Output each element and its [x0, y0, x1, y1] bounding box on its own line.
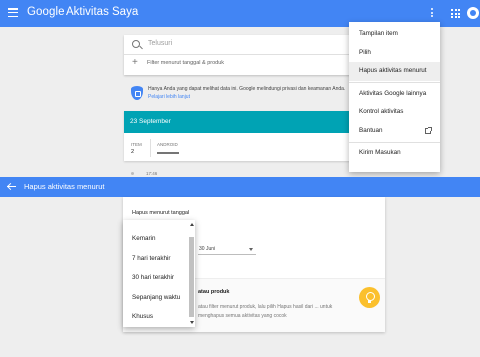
menu-divider	[349, 82, 440, 83]
product-title: atau produk	[198, 289, 230, 295]
product-label: ANDROID	[157, 142, 178, 147]
dropdown-option-all-time[interactable]: Sepanjang waktu	[123, 288, 195, 308]
overflow-menu: Tampilan item Pilih Hapus aktivitas menu…	[349, 22, 440, 172]
app-title: Aktivitas Saya	[66, 6, 139, 18]
google-logo: Google	[27, 6, 65, 18]
timeline-dot	[131, 172, 134, 175]
dropdown-option-custom[interactable]: Khusus	[123, 307, 195, 327]
scroll-down-arrow-icon[interactable]	[190, 321, 194, 324]
divider	[150, 139, 151, 157]
product-description: atau filter menurut produk, lalu pilih H…	[198, 304, 333, 319]
menu-item-select[interactable]: Pilih	[349, 44, 440, 63]
item-count-label: ITEM	[131, 142, 142, 147]
privacy-text: Hanya Anda yang dapat melihat data ini. …	[148, 86, 346, 92]
add-filter-icon[interactable]: +	[132, 58, 138, 68]
menu-item-item-view[interactable]: Tampilan item	[349, 25, 440, 44]
chevron-down-icon	[249, 248, 253, 251]
delete-by-date-label: Hapus menurut tanggal	[132, 210, 190, 216]
search-card: Telusuri + Filter menurut tanggal & prod…	[124, 35, 356, 75]
date-picker-field[interactable]: 30 Juni	[198, 245, 256, 255]
scrollbar-thumb[interactable]	[189, 237, 194, 317]
date-header: 23 September	[124, 111, 356, 133]
date-range-dropdown: Kemarin 7 hari terakhir 30 hari terakhir…	[123, 220, 195, 327]
activity-date-card: 23 September ITEM 2 ANDROID	[124, 111, 356, 161]
learn-more-link[interactable]: Pelajari lebih lanjut	[148, 94, 190, 100]
apps-grid-icon[interactable]	[451, 9, 460, 18]
menu-item-send-feedback[interactable]: Kirim Masukan	[349, 144, 440, 163]
menu-item-help[interactable]: Bantuan	[349, 122, 440, 141]
dropdown-scrollbar[interactable]	[189, 223, 195, 324]
filter-by-date-product[interactable]: Filter menurut tanggal & produk	[147, 60, 224, 66]
date-picker-value: 30 Juni	[199, 246, 216, 252]
more-options-icon[interactable]	[430, 8, 434, 18]
menu-item-activity-controls[interactable]: Kontrol aktivitas	[349, 103, 440, 122]
scroll-up-arrow-icon[interactable]	[190, 223, 194, 226]
menu-item-delete-activity[interactable]: Hapus aktivitas menurut	[349, 62, 440, 81]
timeline-time: 17:46	[146, 171, 158, 176]
date-label: 23 September	[130, 118, 171, 125]
menu-item-help-label: Bantuan	[359, 126, 383, 134]
product-bar	[157, 152, 179, 154]
delete-activity-title: Hapus aktivitas menurut	[24, 182, 105, 191]
menu-item-other-google-activity[interactable]: Aktivitas Google lainnya	[349, 85, 440, 104]
privacy-notice: Hanya Anda yang dapat melihat data ini. …	[124, 84, 356, 106]
account-avatar[interactable]	[467, 7, 479, 19]
menu-divider	[349, 141, 440, 143]
item-count-value: 2	[131, 149, 135, 155]
delete-activity-bar: Hapus aktivitas menurut	[0, 177, 480, 197]
search-icon	[132, 40, 140, 48]
dropdown-option-yesterday[interactable]: Kemarin	[123, 229, 195, 249]
shield-lock-icon	[131, 86, 143, 100]
dropdown-option-last-30-days[interactable]: 30 hari terakhir	[123, 268, 195, 288]
back-arrow-icon[interactable]	[7, 182, 16, 191]
search-input[interactable]: Telusuri	[148, 40, 172, 47]
open-external-icon	[425, 126, 432, 134]
dropdown-option-last-7-days[interactable]: 7 hari terakhir	[123, 249, 195, 269]
search-row[interactable]: Telusuri	[124, 35, 356, 55]
hamburger-menu-icon[interactable]	[8, 8, 18, 18]
lightbulb-icon	[359, 287, 380, 308]
